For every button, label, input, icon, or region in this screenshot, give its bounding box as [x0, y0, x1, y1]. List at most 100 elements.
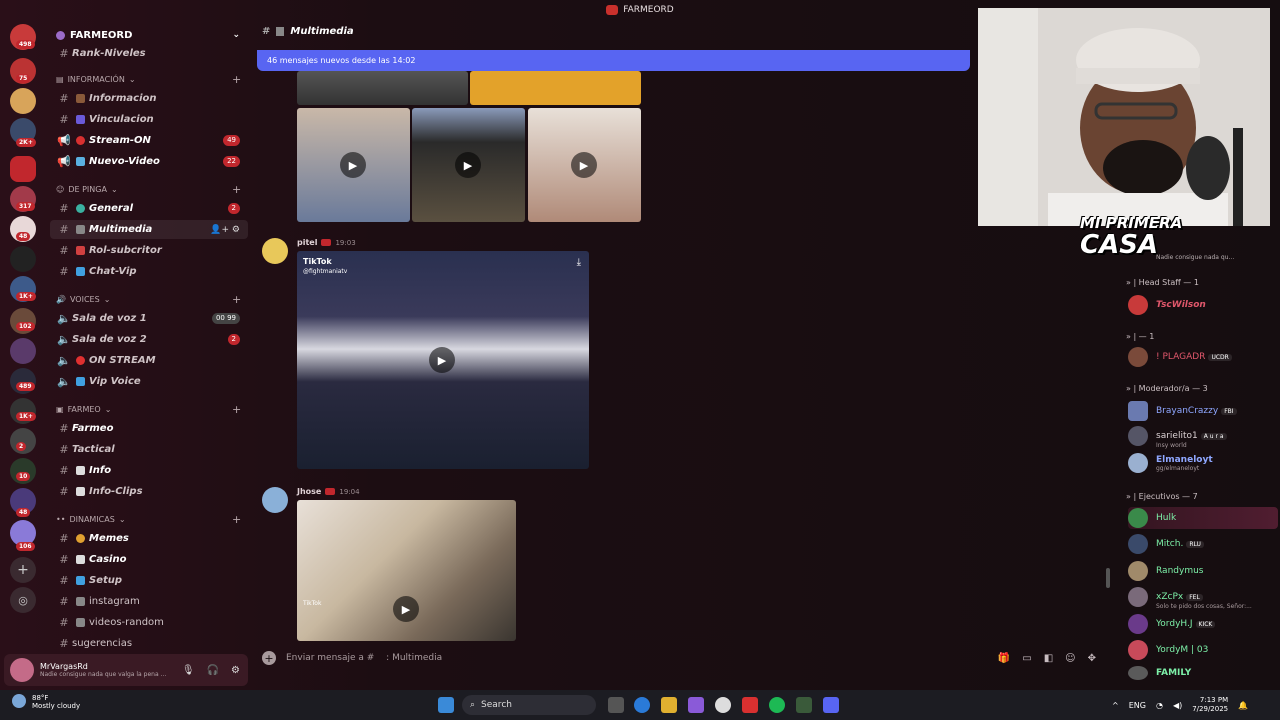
message-composer[interactable]: + Enviar mensaje a # : Multimedia 🎁 ▭ ◧ … [262, 646, 1104, 670]
play-icon[interactable]: ▶ [393, 596, 419, 622]
add-attachment-icon[interactable]: + [262, 651, 276, 665]
sticker-icon[interactable]: ◧ [1044, 653, 1053, 664]
member-item[interactable]: TscWilson [1128, 294, 1278, 316]
video-attachment[interactable]: ▶ [297, 108, 410, 222]
image-attachment[interactable] [297, 71, 468, 105]
taskbar-clock[interactable]: 7:13 PM 7/29/2025 [1192, 696, 1228, 714]
member-item[interactable]: ! PLAGADR UCDR [1128, 346, 1278, 368]
channel-rol-subcritor[interactable]: # Rol-subcritor [50, 241, 248, 260]
member-item[interactable]: Elmaneloyt gg/elmaneloyt [1128, 452, 1278, 474]
gear-icon[interactable]: ⚙ [231, 665, 240, 676]
author-avatar[interactable] [262, 487, 288, 513]
copilot-icon[interactable] [688, 697, 704, 713]
channel-stream-on[interactable]: 📢 Stream-ON 49 [50, 131, 248, 150]
channel-rank-niveles[interactable]: # Rank-Niveles [50, 44, 248, 63]
category-informacion[interactable]: ▤ INFORMACIÓN ⌄ [56, 75, 136, 84]
app-icon[interactable] [796, 697, 812, 713]
edge-icon[interactable] [634, 697, 650, 713]
member-item[interactable]: xZcPx FEL Solo te pido dos cosas, Señor:.… [1128, 586, 1278, 610]
author-name[interactable]: Jhose [297, 487, 321, 496]
language-indicator[interactable]: ENG [1129, 701, 1146, 710]
member-item[interactable]: sarielito1 A u r a Insy world [1128, 425, 1278, 449]
channel-farmeo[interactable]: # Farmeo [50, 419, 248, 438]
author-name[interactable]: pitel [297, 238, 317, 247]
channel-memes[interactable]: # Memes [50, 529, 248, 548]
category-voices[interactable]: 🔊 VOICES ⌄ [56, 295, 110, 304]
author-avatar[interactable] [262, 238, 288, 264]
download-icon[interactable]: ⤓ [577, 257, 581, 268]
channel-setup[interactable]: # Setup [50, 571, 248, 590]
channel-info[interactable]: # Info [50, 461, 248, 480]
chrome-icon[interactable] [715, 697, 731, 713]
add-channel-icon[interactable]: + [232, 514, 241, 525]
notification-bell-icon[interactable]: 🔔 [1238, 701, 1248, 710]
microphone-icon[interactable]: 🎙 [182, 665, 195, 676]
category-de-pinga[interactable]: ☺ DE PINGA ⌄ [56, 185, 118, 194]
channel-videos-random[interactable]: # videos-random [50, 613, 248, 632]
add-channel-icon[interactable]: + [232, 184, 241, 195]
voice-channel-sala-2[interactable]: 🔈 Sala de voz 2 2 [50, 330, 248, 349]
headphones-icon[interactable]: 🎧 [207, 665, 219, 676]
member-item[interactable]: YordyH.J KICK [1128, 613, 1278, 635]
volume-icon[interactable]: ◀) [1173, 701, 1182, 710]
voice-channel-on-stream[interactable]: 🔈 ON STREAM [50, 351, 248, 370]
spotify-icon[interactable] [769, 697, 785, 713]
wifi-icon[interactable]: ◔ [1156, 701, 1163, 710]
channel-tactical[interactable]: # Tactical [50, 440, 248, 459]
video-attachment[interactable]: ▶ [528, 108, 641, 222]
play-icon[interactable]: ▶ [340, 152, 366, 178]
category-farmeo[interactable]: ▣ FARMEO ⌄ [56, 405, 111, 414]
windows-start-icon[interactable] [438, 697, 454, 713]
new-messages-bar[interactable]: 46 mensajes nuevos desde las 14:02 [257, 50, 970, 71]
channel-sugerencias[interactable]: # sugerencias [50, 634, 248, 653]
play-icon[interactable]: ▶ [429, 347, 455, 373]
file-explorer-icon[interactable] [661, 697, 677, 713]
play-icon[interactable]: ▶ [571, 152, 597, 178]
gif-icon[interactable]: ▭ [1022, 653, 1031, 664]
weather-widget[interactable]: 88°F Mostly cloudy [12, 694, 80, 710]
scrollbar-thumb[interactable] [1106, 568, 1110, 588]
play-icon[interactable]: ▶ [455, 152, 481, 178]
server-icon[interactable] [10, 338, 36, 364]
obs-icon[interactable] [742, 697, 758, 713]
video-attachment[interactable]: TikTok ▶ [297, 500, 516, 641]
explore-icon[interactable]: ◎ [10, 587, 36, 613]
chevron-up-icon[interactable]: ^ [1112, 701, 1119, 710]
taskbar-search[interactable]: ⌕ Search [462, 695, 596, 715]
gift-icon[interactable]: 🎁 [998, 653, 1010, 664]
user-avatar[interactable] [10, 658, 34, 682]
server-icon-active[interactable] [10, 156, 36, 182]
add-channel-icon[interactable]: + [232, 74, 241, 85]
channel-general[interactable]: # General 2 [50, 199, 248, 218]
task-view-icon[interactable] [608, 697, 624, 713]
channel-info-clips[interactable]: # Info-Clips [50, 482, 248, 501]
video-attachment[interactable]: ▶ [412, 108, 525, 222]
channel-chat-vip[interactable]: # Chat-Vip [50, 262, 248, 281]
add-channel-icon[interactable]: + [232, 294, 241, 305]
server-icon[interactable] [10, 88, 36, 114]
message-input[interactable]: Enviar mensaje a # : Multimedia [286, 653, 442, 663]
channel-settings-icon[interactable]: 👤+ ⚙ [210, 225, 240, 235]
member-item[interactable]: BrayanCrazzy FBI [1128, 400, 1278, 422]
apps-icon[interactable]: ✥ [1088, 653, 1096, 664]
member-item[interactable]: YordyM | 03 [1128, 639, 1278, 661]
channel-multimedia[interactable]: # Multimedia 👤+ ⚙ [50, 220, 248, 239]
voice-channel-sala-1[interactable]: 🔈 Sala de voz 1 00 99 [50, 309, 248, 328]
member-item[interactable]: Randymus [1128, 560, 1278, 582]
emoji-icon[interactable]: ☺ [1065, 653, 1075, 664]
channel-informacion[interactable]: # Informacion [50, 89, 248, 108]
channel-nuevo-video[interactable]: 📢 Nuevo-Video 22 [50, 152, 248, 171]
category-dinamicas[interactable]: •• DINAMICAS ⌄ [56, 515, 126, 524]
member-item[interactable]: Hulk [1128, 507, 1278, 529]
member-item[interactable]: FAMILY [1128, 665, 1278, 681]
server-icon[interactable] [10, 246, 36, 272]
channel-casino[interactable]: # Casino [50, 550, 248, 569]
channel-vinculacion[interactable]: # Vinculacion [50, 110, 248, 129]
add-channel-icon[interactable]: + [232, 404, 241, 415]
add-server-icon[interactable]: + [10, 557, 36, 583]
discord-icon[interactable] [823, 697, 839, 713]
member-item[interactable]: Mitch. RLU [1128, 533, 1278, 555]
image-attachment[interactable] [470, 71, 641, 105]
channel-instagram[interactable]: # instagram [50, 592, 248, 611]
voice-channel-vip[interactable]: 🔈 Vip Voice [50, 372, 248, 391]
